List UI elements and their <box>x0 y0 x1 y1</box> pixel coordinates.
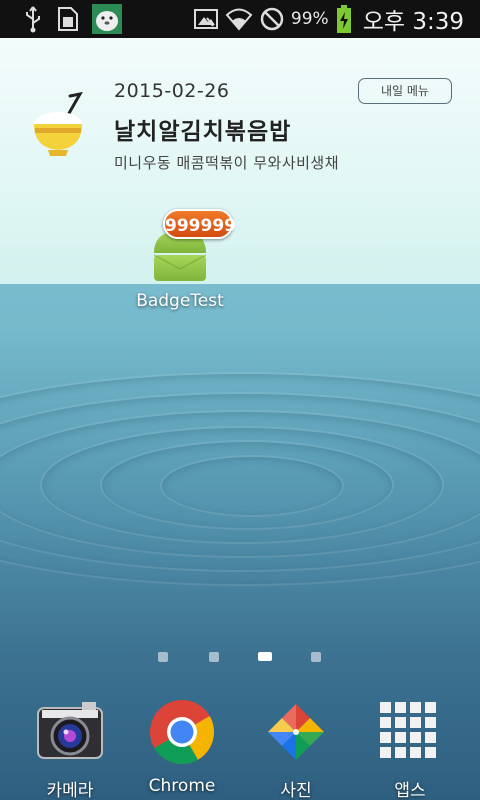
page-dot-active[interactable] <box>258 652 272 661</box>
dock-item-apps[interactable]: 앱스 <box>360 698 460 800</box>
camera-icon <box>37 702 103 759</box>
battery-charging-icon <box>336 5 351 33</box>
rice-bowl-icon <box>34 92 83 156</box>
sim-icon <box>58 7 78 31</box>
side-dishes: 미니우동 매콤떡볶이 무와사비생채 <box>114 154 340 172</box>
app-icon-badgetest[interactable]: 999999 BadgeTest <box>128 205 236 315</box>
battery-percent: 99% <box>290 9 329 29</box>
no-sign-icon <box>260 7 284 31</box>
page-indicator[interactable] <box>0 648 480 666</box>
dock-item-camera[interactable]: 카메라 <box>20 698 120 800</box>
dock-item-chrome[interactable]: Chrome <box>132 698 232 798</box>
page-dot[interactable] <box>158 652 168 662</box>
dock-item-photos[interactable]: 사진 <box>246 698 346 800</box>
dock-label: 사진 <box>280 781 312 800</box>
dock-label: 카메라 <box>46 781 94 800</box>
usb-icon <box>26 6 40 33</box>
clock: 오후 3:39 <box>362 9 464 35</box>
screenshot-icon <box>193 9 218 29</box>
water-ripple <box>160 455 344 517</box>
dock: 카메라 Chrome 사진 앱스 <box>0 690 480 800</box>
app-label: BadgeTest <box>136 291 224 311</box>
page-dot[interactable] <box>311 652 321 662</box>
main-dish: 날치알김치볶음밥 <box>114 119 292 145</box>
wifi-icon <box>225 8 253 31</box>
seal-app-icon <box>92 4 122 34</box>
meal-date: 2015-02-26 <box>114 80 230 102</box>
status-bar[interactable]: 99% 오후 3:39 <box>0 0 480 38</box>
photos-icon <box>268 704 324 760</box>
meal-widget[interactable]: 2015-02-26 날치알김치볶음밥 미니우동 매콤떡볶이 무와사비생채 내일… <box>0 38 480 284</box>
dock-label: 앱스 <box>394 781 426 800</box>
chrome-icon <box>150 700 214 764</box>
tomorrow-menu-button[interactable]: 내일 메뉴 <box>358 78 452 104</box>
dock-label: Chrome <box>148 776 216 796</box>
page-dot[interactable] <box>209 652 219 662</box>
notification-badge: 999999 <box>163 209 236 239</box>
apps-grid-icon <box>380 702 436 758</box>
